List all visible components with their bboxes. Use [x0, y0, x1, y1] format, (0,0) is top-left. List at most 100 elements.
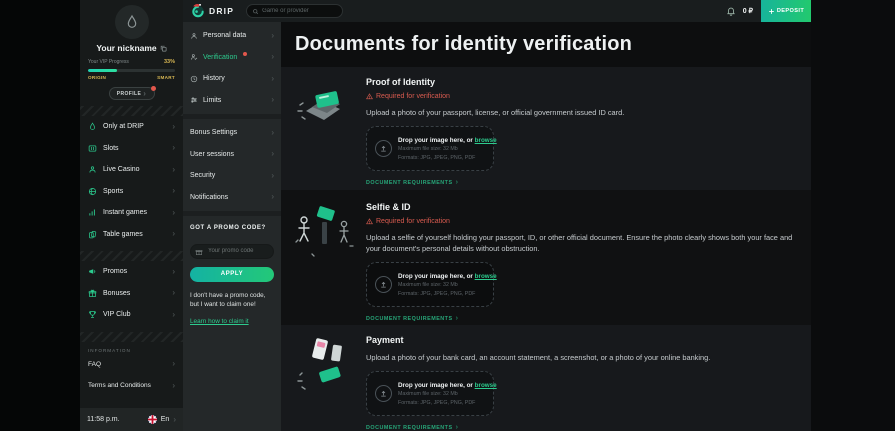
sidebar-item-vip-club[interactable]: VIP Club ›	[80, 304, 183, 326]
sidebar-item-live-casino[interactable]: Live Casino ›	[80, 159, 183, 181]
sidebar-item-label: Bonuses	[103, 290, 130, 297]
section-description: Upload a photo of your bank card, an acc…	[366, 352, 793, 363]
promo-claim-link[interactable]: Learn how to claim it	[190, 318, 249, 325]
menu-item-notifications[interactable]: Notifications ›	[183, 187, 281, 209]
avatar[interactable]	[115, 5, 149, 39]
notifications-bell-icon[interactable]	[726, 6, 736, 16]
person-icon	[190, 32, 198, 40]
ball-icon	[88, 187, 97, 196]
user-nickname: Your nickname	[96, 43, 156, 53]
chevron-right-icon: ›	[172, 268, 175, 276]
account-menu-primary-group: Personal data › Verification › History ›	[183, 22, 281, 114]
menu-item-history[interactable]: History ›	[183, 68, 281, 90]
upload-icon	[375, 140, 392, 157]
search-input[interactable]	[262, 8, 337, 14]
menu-item-label: Personal data	[203, 32, 246, 39]
trophy-icon	[88, 310, 97, 319]
section-heading: Proof of Identity	[366, 77, 793, 87]
cards-icon	[88, 230, 97, 239]
upload-dropzone-proof[interactable]: Drop your image here, or browse Maximum …	[366, 126, 494, 171]
section-proof-of-identity: Proof of Identity Required for verificat…	[281, 67, 811, 190]
menu-item-label: User sessions	[190, 151, 234, 158]
gift-icon	[88, 289, 97, 298]
chevron-right-icon: ›	[173, 416, 176, 424]
sidebar-item-promos[interactable]: Promos ›	[80, 261, 183, 283]
profile-button[interactable]: PROFILE ›	[109, 87, 155, 100]
sidebar-item-bonuses[interactable]: Bonuses ›	[80, 283, 183, 305]
upload-dropzone-payment[interactable]: Drop your image here, or browse Maximum …	[366, 371, 494, 416]
user-sidebar: Your nickname Your VIP Progress 33% ORIG…	[80, 0, 183, 431]
edit-nickname-icon[interactable]	[160, 45, 167, 52]
dropzone-text: Drop your image here, or	[398, 382, 473, 389]
document-requirements-link[interactable]: DOCUMENT REQUIREMENTS ›	[366, 424, 793, 431]
sidebar-item-slots[interactable]: Slots ›	[80, 138, 183, 160]
menu-item-label: History	[203, 75, 225, 82]
sliders-icon	[190, 96, 198, 104]
dropzone-max-size: Maximum file size: 32 Mb	[398, 391, 497, 397]
decorative-divider	[80, 251, 183, 261]
sidebar-item-label: Terms and Conditions	[88, 382, 151, 389]
dropzone-formats: Formats: JPG, JPEG, PNG, PDF	[398, 400, 497, 406]
deposit-button[interactable]: DEPOSIT	[761, 0, 811, 22]
browse-link[interactable]: browse	[475, 382, 497, 389]
chevron-right-icon: ›	[271, 75, 274, 83]
sidebar-item-terms[interactable]: Terms and Conditions ›	[80, 375, 183, 397]
search-icon	[252, 8, 259, 15]
menu-item-security[interactable]: Security ›	[183, 165, 281, 187]
section-description: Upload a selfie of yourself holding your…	[366, 232, 793, 254]
chevron-right-icon: ›	[172, 187, 175, 195]
menu-item-label: Notifications	[190, 194, 228, 201]
clock-icon	[190, 75, 198, 83]
apply-promo-button[interactable]: APPLY	[190, 267, 274, 282]
required-badge: Required for verification	[366, 218, 793, 225]
chevron-right-icon: ›	[172, 289, 175, 297]
sidebar-item-label: VIP Club	[103, 311, 131, 318]
sidebar-item-instant-games[interactable]: Instant games ›	[80, 202, 183, 224]
document-requirements-link[interactable]: DOCUMENT REQUIREMENTS ›	[366, 315, 793, 322]
main-content: Documents for identity verification	[281, 22, 811, 431]
sidebar-item-sports[interactable]: Sports ›	[80, 181, 183, 203]
browse-link[interactable]: browse	[475, 273, 497, 280]
drip-logo-icon	[191, 4, 205, 18]
upload-dropzone-selfie[interactable]: Drop your image here, or browse Maximum …	[366, 262, 494, 307]
dimmed-background-left	[0, 0, 80, 431]
language-selector[interactable]: En	[161, 416, 170, 423]
vip-progress-bar	[88, 69, 175, 72]
menu-item-verification[interactable]: Verification ›	[183, 47, 281, 69]
chevron-right-icon: ›	[143, 90, 146, 98]
dropzone-formats: Formats: JPG, JPEG, PNG, PDF	[398, 291, 497, 297]
sidebar-item-label: Promos	[103, 268, 127, 275]
document-requirements-label: DOCUMENT REQUIREMENTS	[366, 316, 453, 322]
search-box[interactable]	[246, 4, 343, 18]
sidebar-item-label: Instant games	[103, 209, 147, 216]
dropzone-formats: Formats: JPG, JPEG, PNG, PDF	[398, 155, 497, 161]
section-heading: Selfie & ID	[366, 202, 793, 212]
chart-up-icon	[88, 208, 97, 217]
menu-item-user-sessions[interactable]: User sessions ›	[183, 144, 281, 166]
sidebar-item-table-games[interactable]: Table games ›	[80, 224, 183, 246]
section-payment: Payment Upload a photo of your bank card…	[281, 325, 811, 431]
chevron-right-icon: ›	[172, 360, 175, 368]
brand-logo[interactable]: DRIP	[191, 4, 234, 18]
sidebar-item-only-at-drip[interactable]: Only at DRIP ›	[80, 116, 183, 138]
sidebar-item-faq[interactable]: FAQ ›	[80, 354, 183, 376]
required-badge: Required for verification	[366, 93, 793, 100]
menu-item-bonus-settings[interactable]: Bonus Settings ›	[183, 122, 281, 144]
vip-progress-percent: 33%	[164, 59, 175, 65]
menu-item-label: Verification	[203, 54, 237, 61]
chevron-right-icon: ›	[172, 311, 175, 319]
browse-link[interactable]: browse	[475, 137, 497, 144]
balance-amount[interactable]: 0 ₽	[743, 7, 753, 15]
chevron-right-icon: ›	[456, 424, 458, 431]
menu-item-limits[interactable]: Limits ›	[183, 90, 281, 112]
slots-icon	[88, 144, 97, 153]
menu-item-personal-data[interactable]: Personal data ›	[183, 25, 281, 47]
upload-icon	[375, 276, 392, 293]
account-menu-secondary-group: Bonus Settings › User sessions › Securit…	[183, 119, 281, 211]
document-requirements-link[interactable]: DOCUMENT REQUIREMENTS ›	[366, 179, 793, 186]
dropzone-text: Drop your image here, or	[398, 273, 473, 280]
person-check-icon	[190, 53, 198, 61]
chevron-right-icon: ›	[172, 166, 175, 174]
gift-icon	[195, 243, 203, 261]
promo-helper-text: I don't have a promo code, but I want to…	[190, 291, 274, 311]
